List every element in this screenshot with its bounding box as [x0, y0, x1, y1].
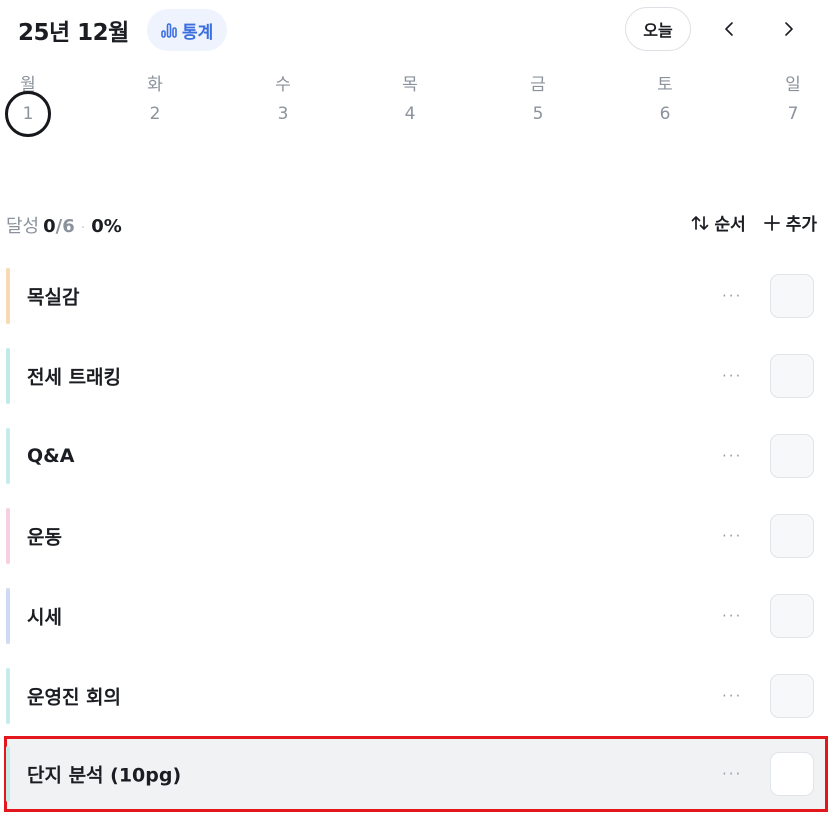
stats-button[interactable]: 통계: [147, 9, 228, 51]
day-5[interactable]: 5: [515, 91, 561, 137]
task-name: Q&A: [27, 445, 75, 467]
task-item[interactable]: Q&A ···: [6, 426, 826, 486]
more-options-icon[interactable]: ···: [722, 287, 742, 305]
task-color-bar: [6, 268, 10, 324]
separator-dot: ·: [80, 220, 86, 236]
chevron-right-icon: [785, 22, 793, 36]
month-title: 25년 12월: [18, 20, 129, 46]
task-item[interactable]: 운동 ···: [6, 506, 826, 566]
more-options-icon[interactable]: ···: [722, 367, 742, 385]
task-item[interactable]: 전세 트래킹 ···: [6, 346, 826, 406]
more-options-icon[interactable]: ···: [722, 765, 742, 783]
task-color-bar: [6, 588, 10, 644]
achievement-summary: 달성 0 /6 · 0%: [6, 212, 122, 238]
sort-button[interactable]: 순서: [690, 210, 746, 235]
sort-arrows-icon: [692, 215, 709, 230]
task-color-bar: [6, 668, 10, 724]
more-options-icon[interactable]: ···: [722, 447, 742, 465]
day-2[interactable]: 2: [132, 91, 178, 137]
achievement-percent: 0%: [91, 216, 122, 237]
task-checkbox[interactable]: [770, 354, 814, 398]
done-count: 0: [43, 216, 56, 237]
task-name: 시세: [27, 606, 62, 629]
day-3[interactable]: 3: [260, 91, 306, 137]
more-options-icon[interactable]: ···: [722, 607, 742, 625]
today-button[interactable]: 오늘: [625, 7, 691, 51]
task-color-bar: [6, 746, 10, 802]
sort-label: 순서: [714, 215, 746, 235]
bar-chart-icon: [161, 23, 177, 38]
calendar-header: 25년 12월 통계 오늘: [0, 0, 835, 62]
task-item[interactable]: 운영진 회의 ···: [6, 666, 826, 726]
more-options-icon[interactable]: ···: [722, 527, 742, 545]
achievement-label: 달성: [6, 216, 40, 237]
task-color-bar: [6, 508, 10, 564]
task-checkbox[interactable]: [770, 594, 814, 638]
task-name: 단지 분석 (10pg): [27, 764, 182, 787]
task-item[interactable]: 시세 ···: [6, 586, 826, 646]
task-name: 운동: [27, 526, 62, 549]
prev-week-button[interactable]: [715, 14, 745, 44]
task-color-bar: [6, 428, 10, 484]
task-name: 운영진 회의: [27, 686, 122, 709]
day-1-selected[interactable]: 1: [5, 91, 51, 137]
task-name: 목실감: [27, 286, 80, 309]
list-actions: 순서 추가: [690, 210, 817, 235]
stats-label: 통계: [182, 22, 214, 43]
task-checkbox[interactable]: [770, 514, 814, 558]
task-checkbox[interactable]: [770, 274, 814, 318]
chevron-left-icon: [725, 22, 733, 36]
next-week-button[interactable]: [773, 14, 803, 44]
day-7[interactable]: 7: [770, 91, 816, 137]
task-item[interactable]: 목실감 ···: [6, 266, 826, 326]
task-item-highlighted[interactable]: 단지 분석 (10pg) ···: [4, 736, 828, 812]
task-checkbox[interactable]: [770, 674, 814, 718]
total-count: /6: [55, 216, 75, 237]
add-label: 추가: [785, 215, 817, 235]
add-button[interactable]: 추가: [762, 210, 817, 235]
task-name: 전세 트래킹: [27, 366, 122, 389]
task-checkbox[interactable]: [770, 752, 814, 796]
more-options-icon[interactable]: ···: [722, 687, 742, 705]
task-color-bar: [6, 348, 10, 404]
task-checkbox[interactable]: [770, 434, 814, 478]
plus-icon: [763, 214, 780, 231]
day-6[interactable]: 6: [642, 91, 688, 137]
day-4[interactable]: 4: [387, 91, 433, 137]
